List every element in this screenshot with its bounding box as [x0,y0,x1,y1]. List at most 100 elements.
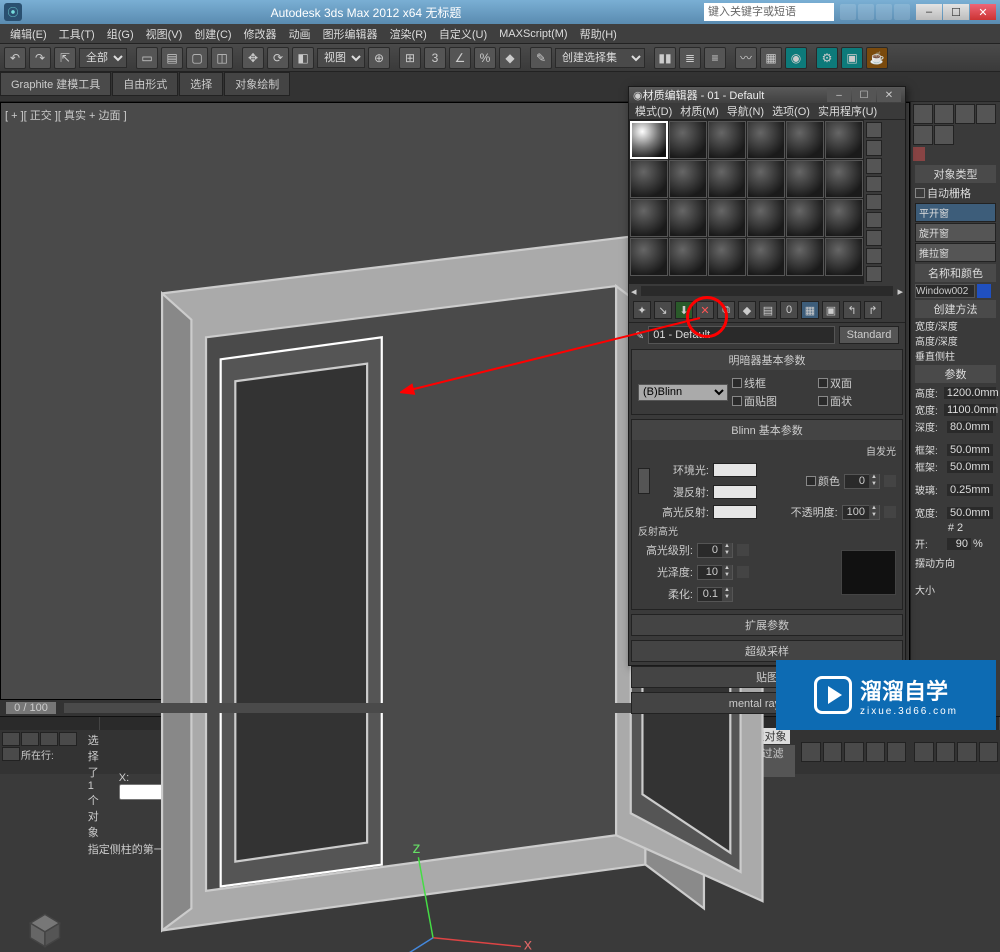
sample-slot-18[interactable] [825,199,863,237]
background-icon[interactable] [866,158,882,174]
sample-scrollbar[interactable]: ◂▸ [629,284,905,298]
two-sided-check[interactable]: 双面 [818,375,896,391]
undo-button[interactable]: ↶ [4,47,26,69]
spinner-snap-button[interactable]: ◆ [499,47,521,69]
menu-help[interactable]: 帮助(H) [574,26,623,42]
width-value[interactable]: 1100.0mm [944,404,996,416]
menu-custom[interactable]: 自定义(U) [433,26,493,42]
scale-button[interactable]: ◧ [292,47,314,69]
helper-cat-icon[interactable] [965,147,977,161]
named-selset-dropdown[interactable]: 创建选择集 [555,48,645,68]
menu-view[interactable]: 视图(V) [140,26,189,42]
create-tab-icon[interactable] [913,104,933,124]
search-box[interactable]: 键入关键字或短语 [704,3,834,21]
mat-minimize-button[interactable]: – [827,88,851,102]
glass-value[interactable]: 0.25mm [947,484,993,496]
angle-snap-button[interactable]: ∠ [449,47,471,69]
display-tab-icon[interactable] [913,125,933,145]
nav-max-button[interactable] [979,742,998,762]
opacity-map-button[interactable] [884,506,896,518]
light-cat-icon[interactable] [939,147,951,161]
gloss-map-button[interactable] [737,566,749,578]
framev-value[interactable]: 50.0mm [947,461,993,473]
put-to-lib-icon[interactable]: ▤ [759,301,777,319]
mat-close-button[interactable]: ✕ [877,88,901,102]
infocenter-icon[interactable] [840,4,856,20]
menu-render[interactable]: 渲染(R) [384,26,433,42]
mat-menu-nav[interactable]: 导航(N) [727,103,764,119]
menu-edit[interactable]: 编辑(E) [4,26,53,42]
preview-icon[interactable] [866,212,882,228]
sample-slot-12[interactable] [825,160,863,198]
manip-button[interactable]: ⊞ [399,47,421,69]
gloss-spinner[interactable]: 10▲▼ [697,565,733,580]
ribbon-tab-selection[interactable]: 选择 [179,72,223,96]
shader-select[interactable]: (B)Blinn [638,384,728,401]
go-forward-icon[interactable]: ↱ [864,301,882,319]
geom-cat-icon[interactable] [913,147,925,161]
uv-tile-icon[interactable] [866,176,882,192]
sample-slot-3[interactable] [708,121,746,159]
menu-anim[interactable]: 动画 [283,26,317,42]
diffuse-swatch[interactable] [713,485,757,499]
depth-value[interactable]: 80.0mm [947,421,993,433]
sample-slot-21[interactable] [708,238,746,276]
menu-maxscript[interactable]: MAXScript(M) [493,28,573,40]
sample-type-icon[interactable] [866,122,882,138]
move-button[interactable]: ✥ [242,47,264,69]
mat-menu-material[interactable]: 材质(M) [680,103,719,119]
wintype-casement[interactable]: 平开窗 [915,203,996,222]
specular-swatch[interactable] [713,505,757,519]
wintype-pivot[interactable]: 旋开窗 [915,223,996,242]
menu-tools[interactable]: 工具(T) [53,26,101,42]
open-value[interactable]: 90 [947,538,971,550]
sample-slot-13[interactable] [630,199,668,237]
select-by-mat-icon[interactable] [866,248,882,264]
make-copy-icon[interactable]: ⧉ [717,301,735,319]
slot-count-icon[interactable] [866,266,882,282]
snap-button[interactable]: 3 [424,47,446,69]
select-name-button[interactable]: ▤ [161,47,183,69]
nav-zoom-button[interactable] [936,742,955,762]
rotate-button[interactable]: ⟳ [267,47,289,69]
favorites-icon[interactable] [876,4,892,20]
ribbon-tab-graphite[interactable]: Graphite 建模工具 [0,72,111,96]
menu-create[interactable]: 创建(C) [188,26,237,42]
cm-vertcol[interactable]: 垂直侧柱 [915,348,996,363]
sample-slot-16[interactable] [747,199,785,237]
layers-button[interactable]: ≡ [704,47,726,69]
minimize-button[interactable]: – [916,4,942,20]
render-prod-button[interactable]: ☕ [866,47,888,69]
select-rect-button[interactable]: ▢ [186,47,208,69]
wire-check[interactable]: 线框 [732,375,810,391]
cam-cat-icon[interactable] [952,147,964,161]
object-name-input[interactable] [915,284,975,298]
maximize-button[interactable]: ☐ [943,4,969,20]
blinn-rollout-title[interactable]: Blinn 基本参数 [632,420,902,440]
pivot-button[interactable]: ⊕ [368,47,390,69]
mat-menu-options[interactable]: 选项(O) [772,103,810,119]
nsel-edit-button[interactable]: ✎ [530,47,552,69]
ext-rollout[interactable]: 扩展参数 [632,615,902,635]
utilities-tab-icon[interactable] [934,125,954,145]
space-cat-icon[interactable] [978,147,990,161]
refcoord-dropdown[interactable]: 视图 [317,48,365,68]
sample-slot-15[interactable] [708,199,746,237]
cm-dw[interactable]: 高度/深度 [915,333,996,348]
mat-menu-utils[interactable]: 实用程序(U) [818,103,877,119]
self-illum-map-button[interactable] [884,475,896,487]
shader-rollout-title[interactable]: 明暗器基本参数 [632,350,902,370]
close-button[interactable]: ✕ [970,4,996,20]
help-icon[interactable] [894,4,910,20]
ribbon-tab-objectpaint[interactable]: 对象绘制 [224,72,290,96]
speclevel-spinner[interactable]: 0▲▼ [697,543,733,558]
sample-slot-14[interactable] [669,199,707,237]
sample-slot-23[interactable] [786,238,824,276]
sample-slot-2[interactable] [669,121,707,159]
sample-slot-19[interactable] [630,238,668,276]
frameh-value[interactable]: 50.0mm [947,444,993,456]
color-swatch[interactable] [977,284,991,298]
mat-menu-mode[interactable]: 模式(D) [635,103,672,119]
faceted-check[interactable]: 面状 [818,393,896,409]
facemap-check[interactable]: 面贴图 [732,393,810,409]
